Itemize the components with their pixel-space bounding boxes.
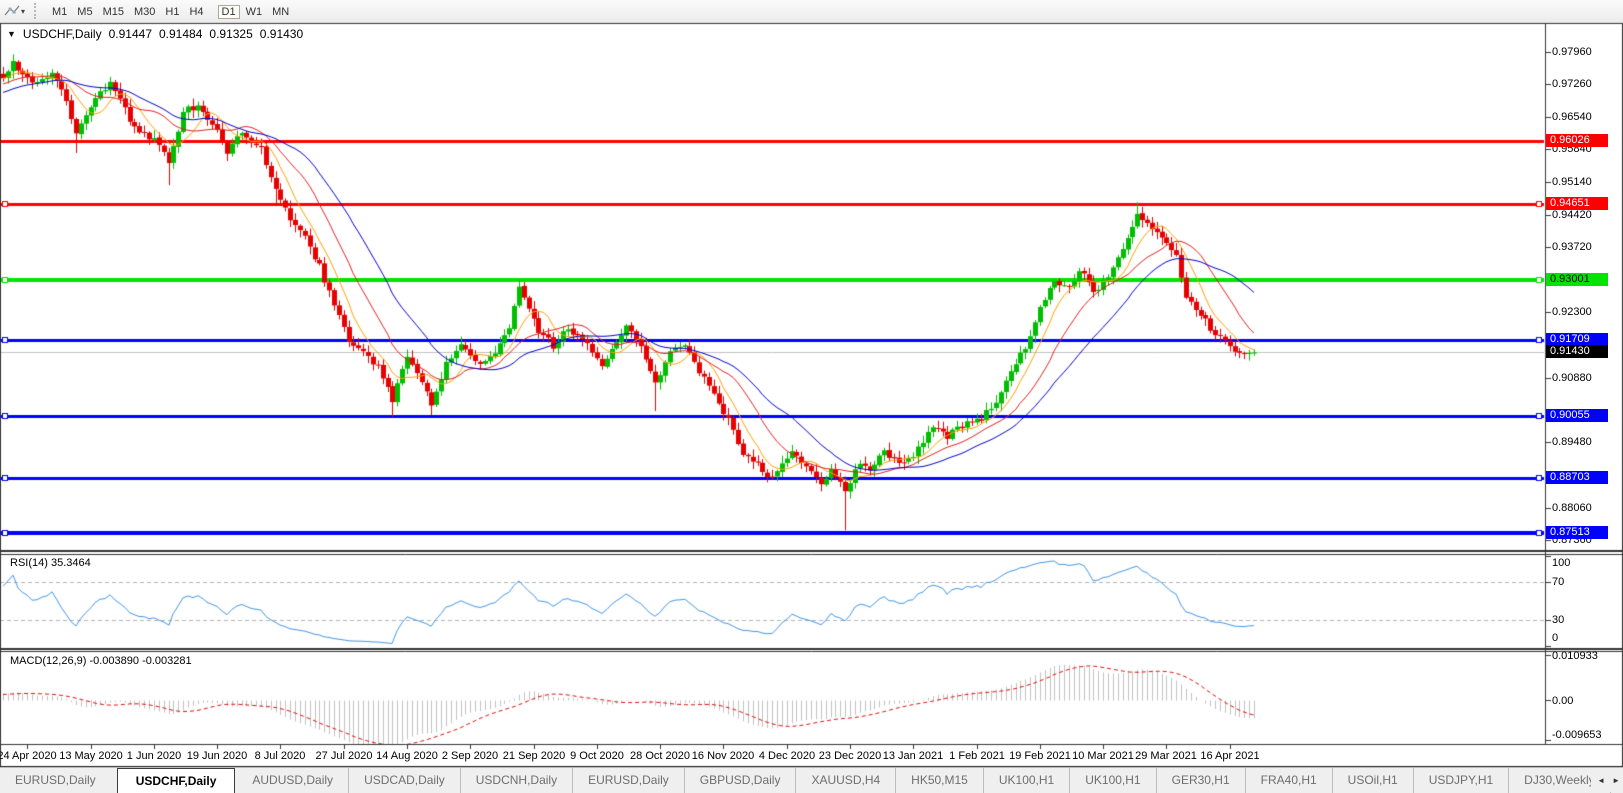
price-axis-tick-0.92300: 0.92300 [1552, 306, 1592, 318]
chart-symbol-label: USDCHF,Daily [23, 27, 102, 41]
date-axis-label-1-feb-2021: 1 Feb 2021 [949, 750, 1005, 762]
date-axis-label-1-jun-2020: 1 Jun 2020 [127, 750, 181, 762]
tabs-host: EURUSD,DailyUSDCHF,DailyAUDUSD,DailyUSDC… [0, 768, 1623, 793]
chart-tab-uk100-h1[interactable]: UK100,H1 [983, 768, 1069, 793]
timeframe-button-w1[interactable]: W1 [242, 5, 267, 19]
macd-indicator-label: MACD(12,26,9) -0.003890 -0.003281 [10, 655, 192, 667]
price-axis-tick-0.93720: 0.93720 [1552, 241, 1592, 253]
date-axis-label-23-dec-2020: 23 Dec 2020 [819, 750, 881, 762]
date-axis-label-13-jan-2021: 13 Jan 2021 [883, 750, 944, 762]
zigzag-line-icon [4, 4, 20, 18]
timeframe-button-m15[interactable]: M15 [99, 5, 128, 19]
hline-price-label-0.96026: 0.96026 [1546, 134, 1608, 147]
chart-tab-hk50-m15[interactable]: HK50,M15 [895, 768, 983, 793]
chart-tab-audusd-daily[interactable]: AUDUSD,Daily [237, 768, 348, 793]
price-axis-tick-0.89480: 0.89480 [1552, 436, 1592, 448]
macd-axis-tick--0.009653: -0.009653 [1552, 729, 1602, 741]
chart-tab-xauusd-h4[interactable]: XAUUSD,H4 [795, 768, 895, 793]
chart-tab-ger30-h1[interactable]: GER30,H1 [1156, 768, 1245, 793]
price-axis-tick-0.96540: 0.96540 [1552, 111, 1592, 123]
timeframe-button-m30[interactable]: M30 [130, 5, 159, 19]
toolbar-drag-handle[interactable] [34, 3, 39, 19]
date-axis-label-10-mar-2021: 10 Mar 2021 [1072, 750, 1134, 762]
chart-canvas[interactable] [0, 0, 1623, 767]
date-axis-label-28-oct-2020: 28 Oct 2020 [630, 750, 690, 762]
chart-tab-eurusd-daily[interactable]: EURUSD,Daily [572, 768, 684, 793]
hline-price-label-0.90055: 0.90055 [1546, 409, 1608, 422]
date-axis-label-29-mar-2021: 29 Mar 2021 [1135, 750, 1197, 762]
chart-tab-usdcad-daily[interactable]: USDCAD,Daily [348, 768, 460, 793]
hline-price-label-0.93001: 0.93001 [1546, 273, 1608, 286]
price-axis-tick-0.94420: 0.94420 [1552, 209, 1592, 221]
chart-title: ▼ USDCHF,Daily 0.91447 0.91484 0.91325 0… [7, 27, 303, 41]
tab-scroll-right-icon[interactable]: ► [1612, 776, 1620, 785]
chart-tab-gbpusd-daily[interactable]: GBPUSD,Daily [684, 768, 796, 793]
timeframe-button-group: M1M5M15M30H1H4 D1W1MN [47, 2, 302, 21]
timeframe-button-h1[interactable]: H1 [161, 5, 183, 19]
hline-price-label-0.87513: 0.87513 [1546, 526, 1608, 539]
macd-axis-tick-0.00: 0.00 [1552, 695, 1573, 707]
price-axis-tick-0.88060: 0.88060 [1552, 502, 1592, 514]
chart-tab-usdchf-daily[interactable]: USDCHF,Daily [117, 768, 236, 793]
hline-price-label-0.94651: 0.94651 [1546, 197, 1608, 210]
ohlc-low-value: 0.91325 [209, 27, 252, 41]
chart-tab-eurusd-daily[interactable]: EURUSD,Daily [0, 768, 111, 793]
chart-tab-usoil-h1[interactable]: USOil,H1 [1332, 768, 1413, 793]
date-axis-label-13-may-2020: 13 May 2020 [59, 750, 123, 762]
chart-tab-usdcnh-daily[interactable]: USDCNH,Daily [460, 768, 572, 793]
tool-dropdown-caret-icon[interactable]: ▾ [21, 7, 25, 16]
timeframe-button-d1[interactable]: D1 [218, 5, 240, 19]
date-axis-label-9-oct-2020: 9 Oct 2020 [570, 750, 624, 762]
date-axis-label-19-feb-2021: 19 Feb 2021 [1009, 750, 1071, 762]
ohlc-high-value: 0.91484 [159, 27, 202, 41]
timeframe-button-mn[interactable]: MN [268, 5, 293, 19]
macd-axis-tick-0.010933: 0.010933 [1552, 650, 1598, 662]
date-axis-label-24-apr-2020: 24 Apr 2020 [0, 750, 57, 762]
tab-scroll-arrows: ◄ ► [1591, 768, 1620, 792]
date-axis-label-8-jul-2020: 8 Jul 2020 [255, 750, 306, 762]
current-price-label: 0.91430 [1546, 345, 1608, 358]
date-axis-label-2-sep-2020: 2 Sep 2020 [442, 750, 498, 762]
date-axis-label-19-jun-2020: 19 Jun 2020 [187, 750, 248, 762]
rsi-axis-tick-100: 100 [1552, 557, 1570, 569]
chart-tab-bar: EURUSD,DailyUSDCHF,DailyAUDUSD,DailyUSDC… [0, 767, 1623, 793]
symbol-dropdown-icon[interactable]: ▼ [7, 29, 16, 39]
chart-tab-uk100-h1[interactable]: UK100,H1 [1069, 768, 1155, 793]
rsi-axis-tick-0: 0 [1552, 632, 1558, 644]
chart-tab-usdjpy-h1[interactable]: USDJPY,H1 [1413, 768, 1508, 793]
chart-cursor-tool-icon[interactable] [4, 4, 20, 18]
date-axis-label-16-nov-2020: 16 Nov 2020 [692, 750, 754, 762]
timeframe-button-m1[interactable]: M1 [48, 5, 71, 19]
date-axis-label-21-sep-2020: 21 Sep 2020 [503, 750, 565, 762]
price-axis-tick-0.90880: 0.90880 [1552, 372, 1592, 384]
date-axis-label-16-apr-2021: 16 Apr 2021 [1200, 750, 1259, 762]
date-axis-label-4-dec-2020: 4 Dec 2020 [759, 750, 815, 762]
rsi-axis-tick-70: 70 [1552, 576, 1564, 588]
timeframe-button-h4[interactable]: H4 [185, 5, 207, 19]
ohlc-open-value: 0.91447 [109, 27, 152, 41]
hline-price-label-0.88703: 0.88703 [1546, 471, 1608, 484]
price-axis-tick-0.97260: 0.97260 [1552, 78, 1592, 90]
date-axis-label-27-jul-2020: 27 Jul 2020 [316, 750, 373, 762]
rsi-indicator-label: RSI(14) 35.3464 [10, 557, 91, 569]
ohlc-close-value: 0.91430 [260, 27, 303, 41]
chart-tab-fra40-h1[interactable]: FRA40,H1 [1245, 768, 1332, 793]
timeframe-button-m5[interactable]: M5 [73, 5, 96, 19]
price-axis-tick-0.97960: 0.97960 [1552, 46, 1592, 58]
tab-scroll-left-icon[interactable]: ◄ [1597, 776, 1605, 785]
date-axis-label-14-aug-2020: 14 Aug 2020 [376, 750, 438, 762]
top-toolbar: ▾ M1M5M15M30H1H4 D1W1MN [0, 0, 1623, 23]
rsi-axis-tick-30: 30 [1552, 614, 1564, 626]
hline-price-label-0.91709: 0.91709 [1546, 333, 1608, 346]
price-axis-tick-0.95140: 0.95140 [1552, 176, 1592, 188]
